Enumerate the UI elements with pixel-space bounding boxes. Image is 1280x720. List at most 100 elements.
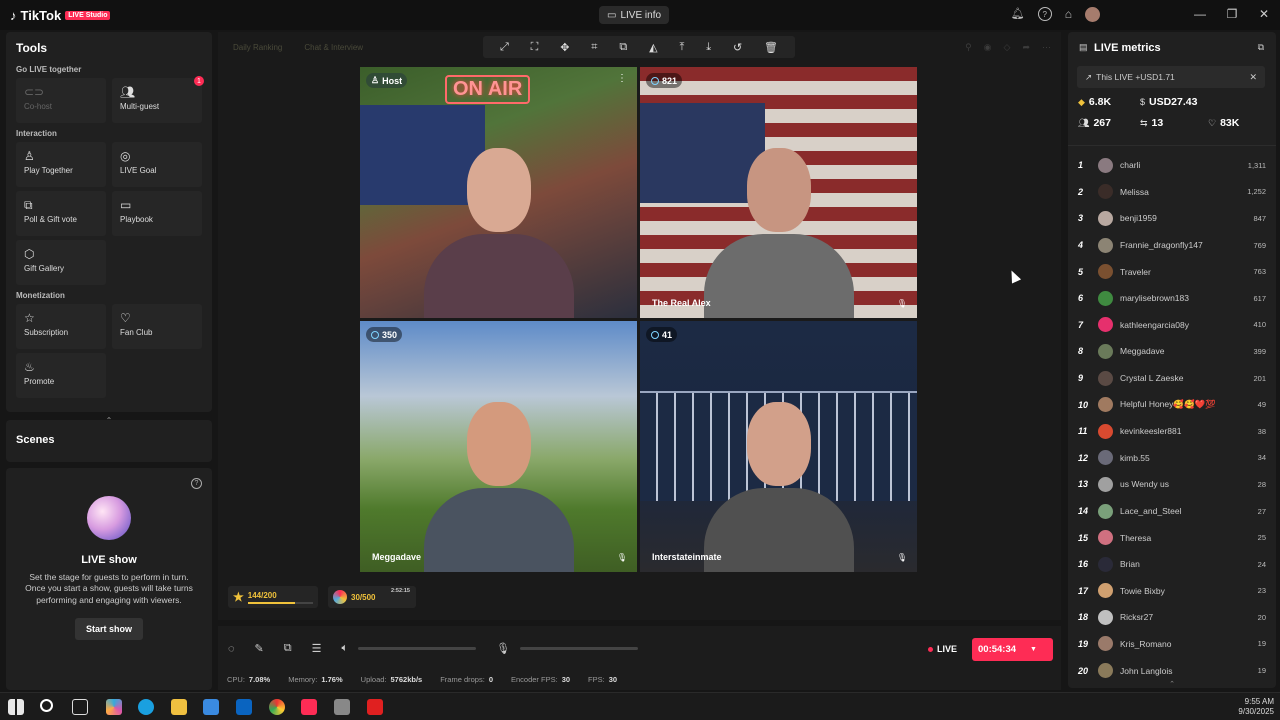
username[interactable]: kathleengarcia08y bbox=[1120, 320, 1253, 330]
crop-icon[interactable]: ⌗ bbox=[591, 41, 597, 54]
gift-gallery-button[interactable]: ⬡ Gift Gallery bbox=[16, 240, 106, 285]
username[interactable]: marylisebrown183 bbox=[1120, 293, 1253, 303]
app-icon[interactable] bbox=[334, 699, 350, 715]
user-avatar[interactable] bbox=[1098, 503, 1113, 519]
leaderboard-row[interactable]: 9 Crystal L Zaeske 201 bbox=[1068, 365, 1276, 392]
goal-progress-1[interactable]: ★ 144/200 bbox=[228, 586, 318, 608]
bring-front-icon[interactable]: ⤒ bbox=[679, 41, 684, 54]
user-avatar[interactable] bbox=[1098, 556, 1113, 572]
username[interactable]: charli bbox=[1120, 160, 1248, 170]
help-icon[interactable]: ? bbox=[1037, 7, 1052, 21]
outlook-icon[interactable] bbox=[236, 699, 252, 715]
speaker-mute-icon[interactable]: 🔈︎ bbox=[342, 642, 349, 655]
user-avatar[interactable] bbox=[1098, 423, 1113, 439]
file-explorer-icon[interactable] bbox=[171, 699, 187, 715]
live-goal-button[interactable]: ◎ LIVE Goal bbox=[112, 142, 202, 187]
live-info-button[interactable]: ▭ LIVE info bbox=[599, 6, 670, 24]
username[interactable]: Ricksr27 bbox=[1120, 612, 1258, 622]
flip-icon[interactable]: ◭ bbox=[649, 41, 657, 54]
help-icon[interactable]: ? bbox=[191, 478, 202, 489]
send-back-icon[interactable]: ⤓ bbox=[706, 41, 711, 54]
fan-club-button[interactable]: ♡ Fan Club bbox=[112, 304, 202, 349]
leaderboard-row[interactable]: 2 Melissa 1,252 bbox=[1068, 179, 1276, 206]
user-avatar[interactable] bbox=[1098, 530, 1113, 546]
username[interactable]: Melissa bbox=[1120, 187, 1247, 197]
restore-icon[interactable]: ❐ bbox=[1216, 0, 1248, 28]
username[interactable]: Traveler bbox=[1120, 267, 1253, 277]
user-avatar[interactable] bbox=[1098, 663, 1113, 679]
leaderboard-row[interactable]: 5 Traveler 763 bbox=[1068, 258, 1276, 285]
leaderboard-row[interactable]: 16 Brian 24 bbox=[1068, 551, 1276, 578]
leaderboard-row[interactable]: 12 kimb.55 34 bbox=[1068, 445, 1276, 472]
video-cell-guest-1[interactable]: 821 The Real Alex 🎙︎ bbox=[640, 67, 917, 318]
chevron-down-icon[interactable]: ▼ bbox=[1030, 646, 1037, 653]
close-icon[interactable]: ✕ bbox=[1249, 72, 1257, 83]
video-cell-guest-2[interactable]: 350 Meggadave 🎙︎ bbox=[360, 321, 637, 572]
undo-icon[interactable]: ↺ bbox=[733, 41, 742, 54]
leaderboard-row[interactable]: 18 Ricksr27 20 bbox=[1068, 604, 1276, 631]
mic-slider[interactable] bbox=[520, 647, 639, 650]
task-view-icon[interactable] bbox=[72, 699, 88, 715]
bell-icon[interactable]: 🔔︎ bbox=[1011, 7, 1025, 22]
move-icon[interactable]: ✥ bbox=[560, 41, 569, 54]
leaderboard-row[interactable]: 13 us Wendy us 28 bbox=[1068, 471, 1276, 498]
username[interactable]: us Wendy us bbox=[1120, 479, 1258, 489]
user-avatar[interactable] bbox=[1098, 184, 1113, 200]
username[interactable]: Towie Bixby bbox=[1120, 586, 1258, 596]
windows-start-icon[interactable] bbox=[8, 699, 24, 715]
username[interactable]: Meggadave bbox=[1120, 346, 1253, 356]
record-toggle-icon[interactable]: ◌ bbox=[228, 643, 235, 655]
profile-avatar[interactable] bbox=[1085, 7, 1100, 22]
user-avatar[interactable] bbox=[1098, 370, 1113, 386]
poll-gift-vote-button[interactable]: ⧉ Poll & Gift vote bbox=[16, 191, 106, 236]
leaderboard-row[interactable]: 3 benji1959 847 bbox=[1068, 205, 1276, 232]
system-clock[interactable]: 9:55 AM 9/30/2025 bbox=[1238, 697, 1274, 718]
start-show-button[interactable]: Start show bbox=[74, 618, 143, 641]
play-together-button[interactable]: ♙ Play Together bbox=[16, 142, 106, 187]
user-avatar[interactable] bbox=[1098, 237, 1113, 253]
rotate-icon[interactable]: ⧉ bbox=[619, 41, 627, 54]
video-cell-guest-3[interactable]: 41 Interstateinmate 🎙︎ bbox=[640, 321, 917, 572]
user-avatar[interactable] bbox=[1098, 609, 1113, 625]
user-avatar[interactable] bbox=[1098, 397, 1113, 413]
username[interactable]: kevinkeesler881 bbox=[1120, 426, 1258, 436]
close-icon[interactable]: ✕ bbox=[1248, 0, 1280, 28]
video-cell-host[interactable]: ON AIR ♙ Host ⋮ bbox=[360, 67, 637, 318]
tiktok-live-studio-icon[interactable] bbox=[301, 699, 317, 715]
username[interactable]: John Langlois bbox=[1120, 666, 1258, 676]
leaderboard-row[interactable]: 10 Helpful Honey🥰🥰❤️💯 49 bbox=[1068, 391, 1276, 418]
subscription-button[interactable]: ☆ Subscription bbox=[16, 304, 106, 349]
user-avatar[interactable] bbox=[1098, 636, 1113, 652]
user-avatar[interactable] bbox=[1098, 450, 1113, 466]
leaderboard-row[interactable]: 15 Theresa 25 bbox=[1068, 524, 1276, 551]
goal-progress-2[interactable]: 30/500 2:52:15 bbox=[328, 586, 416, 608]
popout-icon[interactable]: ⧉ bbox=[1258, 42, 1264, 53]
leaderboard-row[interactable]: 17 Towie Bixby 23 bbox=[1068, 578, 1276, 605]
username[interactable]: benji1959 bbox=[1120, 213, 1253, 223]
edge-icon[interactable] bbox=[138, 699, 154, 715]
end-live-button[interactable]: 00:54:34 ▼ bbox=[972, 638, 1053, 661]
store-icon[interactable] bbox=[203, 699, 219, 715]
trash-icon[interactable]: 🗑︎ bbox=[764, 41, 778, 54]
fit-icon[interactable]: ⛶ bbox=[531, 41, 539, 54]
youtube-icon[interactable] bbox=[367, 699, 383, 715]
playbook-button[interactable]: ▭ Playbook bbox=[112, 191, 202, 236]
user-avatar[interactable] bbox=[1098, 476, 1113, 492]
promote-button[interactable]: ♨ Promote bbox=[16, 353, 106, 398]
user-avatar[interactable] bbox=[1098, 290, 1113, 306]
username[interactable]: Theresa bbox=[1120, 533, 1258, 543]
username[interactable]: Helpful Honey🥰🥰❤️💯 bbox=[1120, 399, 1258, 410]
settings-sliders-icon[interactable]: ☰ bbox=[312, 642, 322, 655]
search-icon[interactable] bbox=[40, 699, 53, 712]
user-avatar[interactable] bbox=[1098, 317, 1113, 333]
username[interactable]: Lace_and_Steel bbox=[1120, 506, 1258, 516]
beauty-wand-icon[interactable]: ✎ bbox=[255, 642, 264, 655]
share-icon[interactable]: ➦ bbox=[1022, 42, 1030, 53]
collapse-chevron-icon[interactable]: ⌃ bbox=[1068, 680, 1276, 688]
mic-icon[interactable]: 🎙︎ bbox=[496, 642, 510, 655]
copilot-icon[interactable] bbox=[106, 699, 122, 715]
user-avatar[interactable] bbox=[1098, 264, 1113, 280]
more-icon[interactable]: ⋯ bbox=[1042, 42, 1051, 53]
username[interactable]: Brian bbox=[1120, 559, 1258, 569]
username[interactable]: Crystal L Zaeske bbox=[1120, 373, 1253, 383]
